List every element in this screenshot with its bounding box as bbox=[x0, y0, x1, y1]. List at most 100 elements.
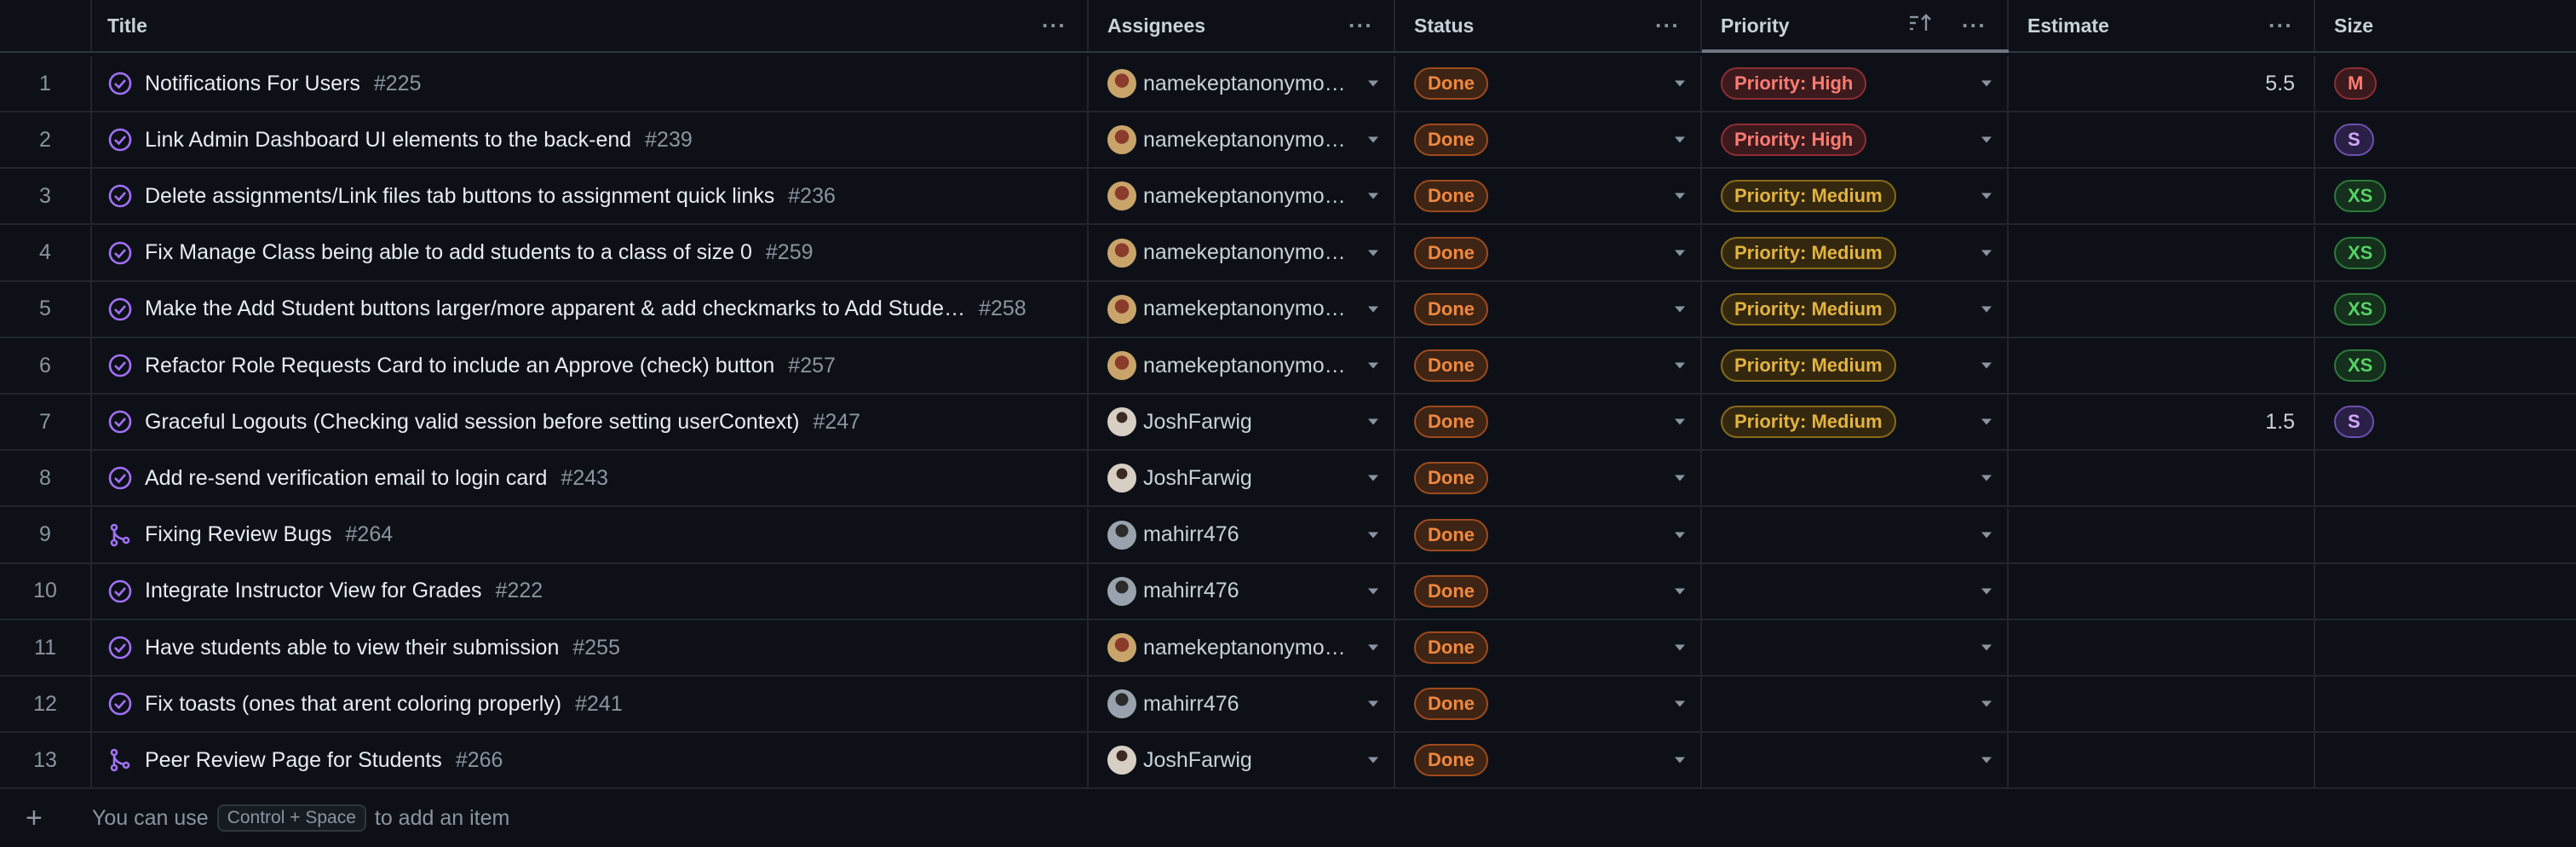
chevron-down-icon[interactable] bbox=[1981, 306, 1992, 313]
table-row[interactable]: 8 Add re-send verification email to logi… bbox=[0, 451, 2576, 508]
issue-title-link[interactable]: Fixing Review Bugs bbox=[145, 522, 332, 547]
chevron-down-icon[interactable] bbox=[1368, 532, 1378, 539]
size-cell[interactable]: M bbox=[2315, 56, 2576, 111]
chevron-down-icon[interactable] bbox=[1981, 475, 1992, 481]
size-cell[interactable]: XS bbox=[2315, 169, 2576, 223]
priority-cell[interactable]: Priority: Medium bbox=[1702, 395, 2009, 450]
chevron-down-icon[interactable] bbox=[1675, 588, 1685, 595]
chevron-down-icon[interactable] bbox=[1368, 250, 1378, 256]
assignee-cell[interactable]: JoshFarwig bbox=[1089, 451, 1395, 506]
chevron-down-icon[interactable] bbox=[1675, 80, 1685, 87]
issue-title-link[interactable]: Graceful Logouts (Checking valid session… bbox=[145, 410, 799, 435]
title-cell[interactable]: Notifications For Users #225 bbox=[92, 56, 1089, 111]
title-cell[interactable]: Have students able to view their submiss… bbox=[92, 620, 1089, 675]
chevron-down-icon[interactable] bbox=[1981, 700, 1992, 707]
title-cell[interactable]: Link Admin Dashboard UI elements to the … bbox=[92, 112, 1089, 168]
size-cell[interactable]: S bbox=[2315, 395, 2576, 449]
priority-cell[interactable]: Priority: Medium bbox=[1702, 169, 2009, 224]
header-priority[interactable]: Priority ··· bbox=[1702, 0, 2009, 51]
chevron-down-icon[interactable] bbox=[1981, 362, 1992, 369]
assignee-cell[interactable]: mahirr476 bbox=[1089, 507, 1395, 562]
table-row[interactable]: 5 Make the Add Student buttons larger/mo… bbox=[0, 281, 2576, 338]
title-cell[interactable]: Integrate Instructor View for Grades #22… bbox=[92, 563, 1089, 619]
issue-title-link[interactable]: Refactor Role Requests Card to include a… bbox=[145, 354, 774, 378]
issue-title-link[interactable]: Link Admin Dashboard UI elements to the … bbox=[145, 128, 631, 153]
table-row[interactable]: 2 Link Admin Dashboard UI elements to th… bbox=[0, 112, 2576, 170]
status-cell[interactable]: Done bbox=[1395, 281, 1702, 337]
chevron-down-icon[interactable] bbox=[1368, 306, 1378, 313]
chevron-down-icon[interactable] bbox=[1675, 193, 1685, 199]
chevron-down-icon[interactable] bbox=[1675, 475, 1685, 481]
priority-cell[interactable]: Priority: Medium bbox=[1702, 338, 2009, 393]
chevron-down-icon[interactable] bbox=[1368, 362, 1378, 369]
estimate-cell[interactable] bbox=[2009, 338, 2315, 393]
size-cell[interactable]: S bbox=[2315, 112, 2576, 167]
issue-title-link[interactable]: Fix toasts (ones that arent coloring pro… bbox=[145, 692, 561, 717]
title-cell[interactable]: Add re-send verification email to login … bbox=[92, 451, 1089, 506]
chevron-down-icon[interactable] bbox=[1675, 250, 1685, 256]
chevron-down-icon[interactable] bbox=[1675, 136, 1685, 143]
title-cell[interactable]: Graceful Logouts (Checking valid session… bbox=[92, 395, 1089, 450]
table-row[interactable]: 10 Integrate Instructor View for Grades … bbox=[0, 563, 2576, 620]
status-cell[interactable]: Done bbox=[1395, 338, 1702, 393]
size-cell[interactable]: XS bbox=[2315, 226, 2576, 280]
chevron-down-icon[interactable] bbox=[1368, 475, 1378, 481]
add-item-footer[interactable]: + You can use Control + Space to add an … bbox=[0, 789, 2576, 847]
chevron-down-icon[interactable] bbox=[1368, 757, 1378, 763]
title-cell[interactable]: Delete assignments/Link files tab button… bbox=[92, 169, 1089, 224]
title-cell[interactable]: Refactor Role Requests Card to include a… bbox=[92, 338, 1089, 393]
header-assignees[interactable]: Assignees ··· bbox=[1089, 0, 1395, 51]
title-cell[interactable]: Fix toasts (ones that arent coloring pro… bbox=[92, 677, 1089, 732]
chevron-down-icon[interactable] bbox=[1675, 306, 1685, 313]
chevron-down-icon[interactable] bbox=[1675, 757, 1685, 763]
size-cell[interactable] bbox=[2315, 677, 2576, 731]
title-cell[interactable]: Fix Manage Class being able to add stude… bbox=[92, 225, 1089, 280]
status-cell[interactable]: Done bbox=[1395, 507, 1702, 562]
chevron-down-icon[interactable] bbox=[1368, 700, 1378, 707]
header-estimate[interactable]: Estimate ··· bbox=[2009, 0, 2315, 51]
size-cell[interactable]: XS bbox=[2315, 282, 2576, 337]
status-column-menu-icon[interactable]: ··· bbox=[1655, 13, 1680, 39]
assignee-cell[interactable]: namekeptanonymo… bbox=[1089, 281, 1395, 337]
status-cell[interactable]: Done bbox=[1395, 733, 1702, 788]
estimate-cell[interactable]: 5.5 bbox=[2009, 56, 2315, 111]
assignee-cell[interactable]: mahirr476 bbox=[1089, 677, 1395, 732]
chevron-down-icon[interactable] bbox=[1675, 362, 1685, 369]
chevron-down-icon[interactable] bbox=[1981, 532, 1992, 539]
size-cell[interactable] bbox=[2315, 733, 2576, 787]
priority-cell[interactable] bbox=[1702, 733, 2009, 788]
priority-cell[interactable] bbox=[1702, 620, 2009, 675]
priority-cell[interactable] bbox=[1702, 451, 2009, 506]
estimate-cell[interactable] bbox=[2009, 507, 2315, 562]
priority-cell[interactable]: Priority: Medium bbox=[1702, 225, 2009, 280]
status-cell[interactable]: Done bbox=[1395, 451, 1702, 506]
priority-cell[interactable]: Priority: High bbox=[1702, 112, 2009, 168]
title-cell[interactable]: Make the Add Student buttons larger/more… bbox=[92, 281, 1089, 337]
table-row[interactable]: 7 Graceful Logouts (Checking valid sessi… bbox=[0, 395, 2576, 452]
priority-cell[interactable] bbox=[1702, 507, 2009, 562]
estimate-cell[interactable] bbox=[2009, 733, 2315, 788]
chevron-down-icon[interactable] bbox=[1675, 418, 1685, 425]
issue-title-link[interactable]: Delete assignments/Link files tab button… bbox=[145, 184, 774, 209]
chevron-down-icon[interactable] bbox=[1368, 588, 1378, 595]
chevron-down-icon[interactable] bbox=[1675, 532, 1685, 539]
assignee-cell[interactable]: namekeptanonymo… bbox=[1089, 112, 1395, 168]
table-row[interactable]: 3 Delete assignments/Link files tab butt… bbox=[0, 169, 2576, 226]
table-row[interactable]: 1 Notifications For Users #225 namekepta… bbox=[0, 56, 2576, 112]
estimate-cell[interactable] bbox=[2009, 451, 2315, 506]
table-row[interactable]: 9 Fixing Review Bugs #264 mahirr476 Done bbox=[0, 507, 2576, 564]
estimate-cell[interactable] bbox=[2009, 169, 2315, 224]
issue-title-link[interactable]: Fix Manage Class being able to add stude… bbox=[145, 240, 752, 265]
chevron-down-icon[interactable] bbox=[1981, 644, 1992, 651]
estimate-column-menu-icon[interactable]: ··· bbox=[2268, 13, 2293, 39]
chevron-down-icon[interactable] bbox=[1981, 757, 1992, 763]
estimate-cell[interactable] bbox=[2009, 620, 2315, 675]
size-cell[interactable] bbox=[2315, 620, 2576, 675]
title-cell[interactable]: Fixing Review Bugs #264 bbox=[92, 507, 1089, 562]
assignee-cell[interactable]: JoshFarwig bbox=[1089, 395, 1395, 450]
chevron-down-icon[interactable] bbox=[1981, 418, 1992, 425]
chevron-down-icon[interactable] bbox=[1368, 80, 1378, 87]
chevron-down-icon[interactable] bbox=[1675, 644, 1685, 651]
priority-cell[interactable]: Priority: High bbox=[1702, 56, 2009, 111]
chevron-down-icon[interactable] bbox=[1368, 193, 1378, 199]
